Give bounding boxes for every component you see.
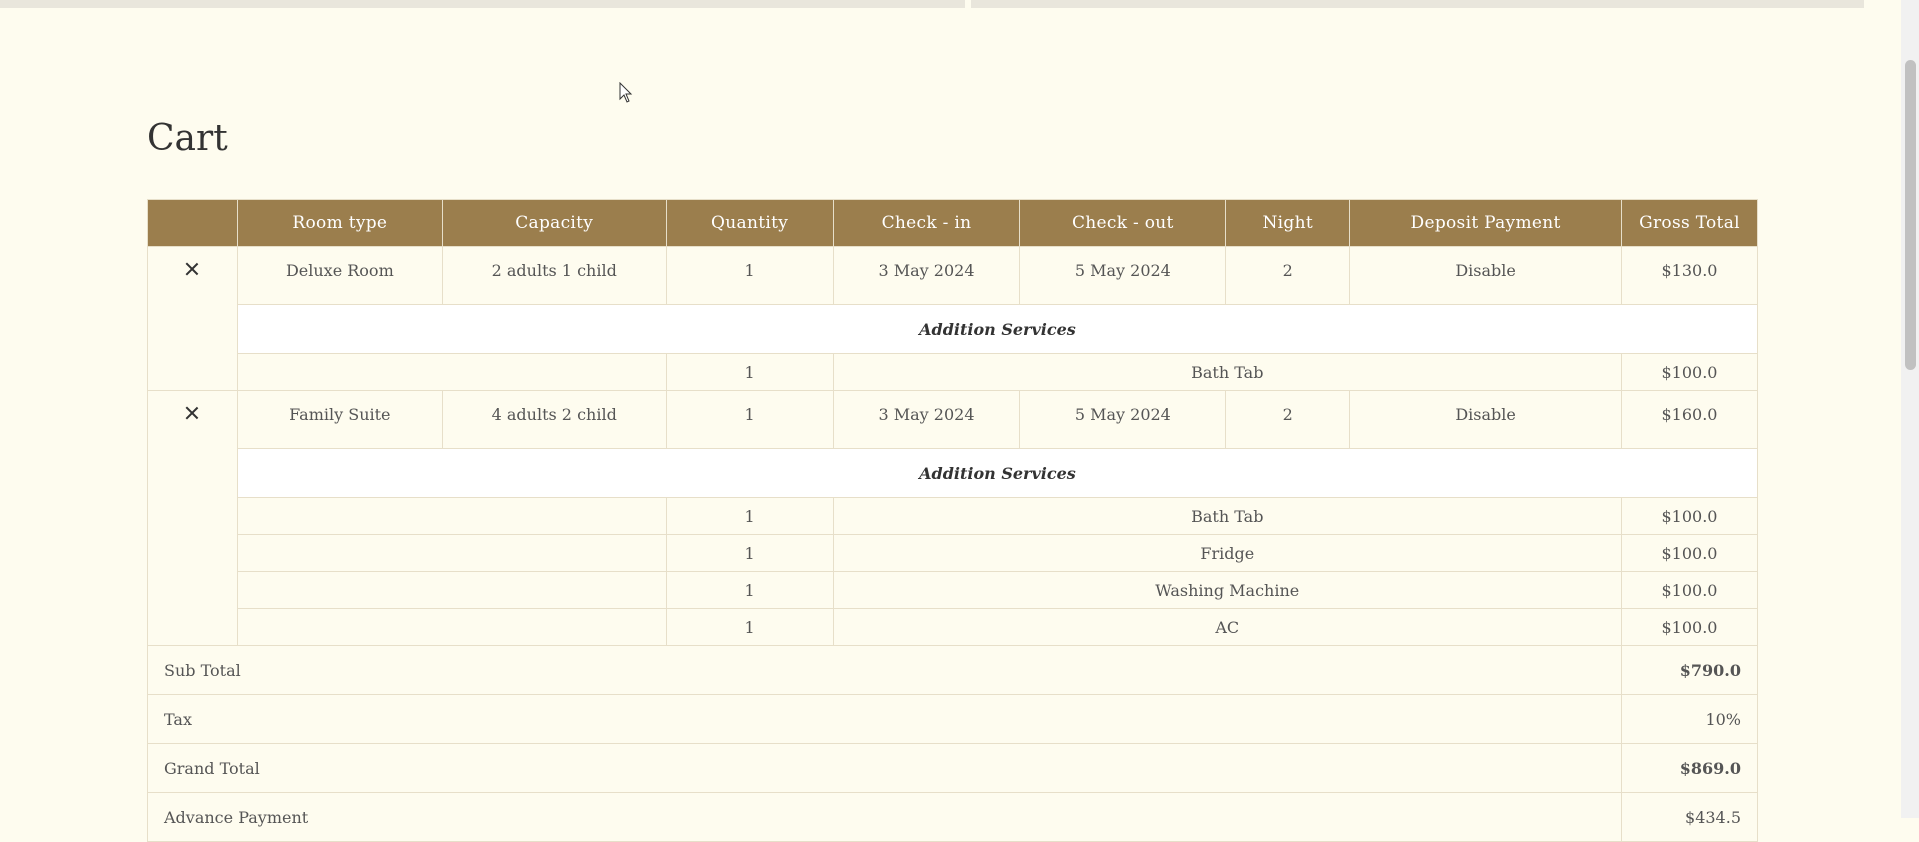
tax-row: Tax 10% <box>147 694 1758 744</box>
advance-payment-row: Advance Payment $434.5 <box>147 792 1758 842</box>
service-qty: 1 <box>665 497 834 535</box>
service-row: 1 Bath Tab $100.0 <box>148 497 1758 535</box>
advance-payment-label: Advance Payment <box>147 792 1622 842</box>
check-in-cell: 3 May 2024 <box>832 246 1021 305</box>
service-price: $100.0 <box>1621 353 1758 391</box>
header-room-type: Room type <box>236 199 443 247</box>
quantity-cell: 1 <box>665 390 834 449</box>
mouse-pointer-icon <box>619 82 633 103</box>
hero-image-strip <box>0 0 1864 8</box>
deposit-cell: Disable <box>1349 390 1622 449</box>
addition-services-heading: Addition Services <box>236 448 1759 498</box>
header-deposit-payment: Deposit Payment <box>1349 199 1622 247</box>
sub-total-label: Sub Total <box>147 645 1622 695</box>
check-out-cell: 5 May 2024 <box>1019 390 1227 449</box>
gross-total-cell: $130.0 <box>1621 246 1758 305</box>
service-price: $100.0 <box>1621 608 1758 646</box>
gross-total-cell: $160.0 <box>1621 390 1758 449</box>
service-row: 1 Fridge $100.0 <box>148 534 1758 572</box>
capacity-cell: 2 adults 1 child <box>441 246 667 305</box>
sub-total-value: $790.0 <box>1621 645 1758 695</box>
close-icon[interactable] <box>185 406 199 420</box>
service-price: $100.0 <box>1621 497 1758 535</box>
advance-payment-value: $434.5 <box>1621 792 1758 842</box>
service-spacer <box>236 571 667 609</box>
quantity-cell: 1 <box>665 246 834 305</box>
grand-total-label: Grand Total <box>147 743 1622 793</box>
cart-table: Room type Capacity Quantity Check - in C… <box>147 199 1759 842</box>
addition-services-heading-row: Addition Services <box>148 448 1759 498</box>
service-spacer <box>236 497 667 535</box>
header-remove <box>147 199 238 247</box>
service-name: Bath Tab <box>832 353 1623 391</box>
header-quantity: Quantity <box>665 199 834 247</box>
table-header-row: Room type Capacity Quantity Check - in C… <box>147 199 1758 247</box>
header-gross-total: Gross Total <box>1621 199 1758 247</box>
deposit-cell: Disable <box>1349 246 1622 305</box>
service-name: Washing Machine <box>832 571 1623 609</box>
header-night: Night <box>1225 199 1351 247</box>
check-out-cell: 5 May 2024 <box>1019 246 1227 305</box>
service-price: $100.0 <box>1621 534 1758 572</box>
check-in-cell: 3 May 2024 <box>832 390 1021 449</box>
service-qty: 1 <box>665 608 834 646</box>
tax-value: 10% <box>1621 694 1758 744</box>
addition-services-heading-row: Addition Services <box>148 304 1759 354</box>
room-type-cell: Family Suite <box>236 390 443 449</box>
header-check-in: Check - in <box>832 199 1021 247</box>
service-qty: 1 <box>665 353 834 391</box>
service-row: 1 Washing Machine $100.0 <box>148 571 1758 609</box>
page-title: Cart <box>147 118 228 159</box>
service-spacer <box>236 353 667 391</box>
service-spacer <box>236 534 667 572</box>
service-name: Bath Tab <box>832 497 1623 535</box>
night-cell: 2 <box>1225 246 1351 305</box>
service-row: 1 AC $100.0 <box>148 608 1758 646</box>
room-type-cell: Deluxe Room <box>236 246 443 305</box>
addition-services-heading: Addition Services <box>236 304 1759 354</box>
grand-total-row: Grand Total $869.0 <box>147 743 1758 793</box>
remove-cell <box>147 390 238 646</box>
night-cell: 2 <box>1225 390 1351 449</box>
grand-total-value: $869.0 <box>1621 743 1758 793</box>
service-name: AC <box>832 608 1623 646</box>
sub-total-row: Sub Total $790.0 <box>147 645 1758 695</box>
tax-label: Tax <box>147 694 1622 744</box>
close-icon[interactable] <box>185 262 199 276</box>
service-qty: 1 <box>665 534 834 572</box>
capacity-cell: 4 adults 2 child <box>441 390 667 449</box>
service-qty: 1 <box>665 571 834 609</box>
service-spacer <box>236 608 667 646</box>
service-name: Fridge <box>832 534 1623 572</box>
remove-cell <box>147 246 238 391</box>
table-row: Family Suite 4 adults 2 child 1 3 May 20… <box>147 390 1758 646</box>
header-check-out: Check - out <box>1019 199 1227 247</box>
table-row: Deluxe Room 2 adults 1 child 1 3 May 202… <box>147 246 1758 391</box>
service-row: 1 Bath Tab $100.0 <box>148 353 1758 391</box>
scrollbar-thumb[interactable] <box>1905 60 1916 370</box>
header-capacity: Capacity <box>441 199 667 247</box>
service-price: $100.0 <box>1621 571 1758 609</box>
page-scrollbar[interactable] <box>1901 0 1919 818</box>
